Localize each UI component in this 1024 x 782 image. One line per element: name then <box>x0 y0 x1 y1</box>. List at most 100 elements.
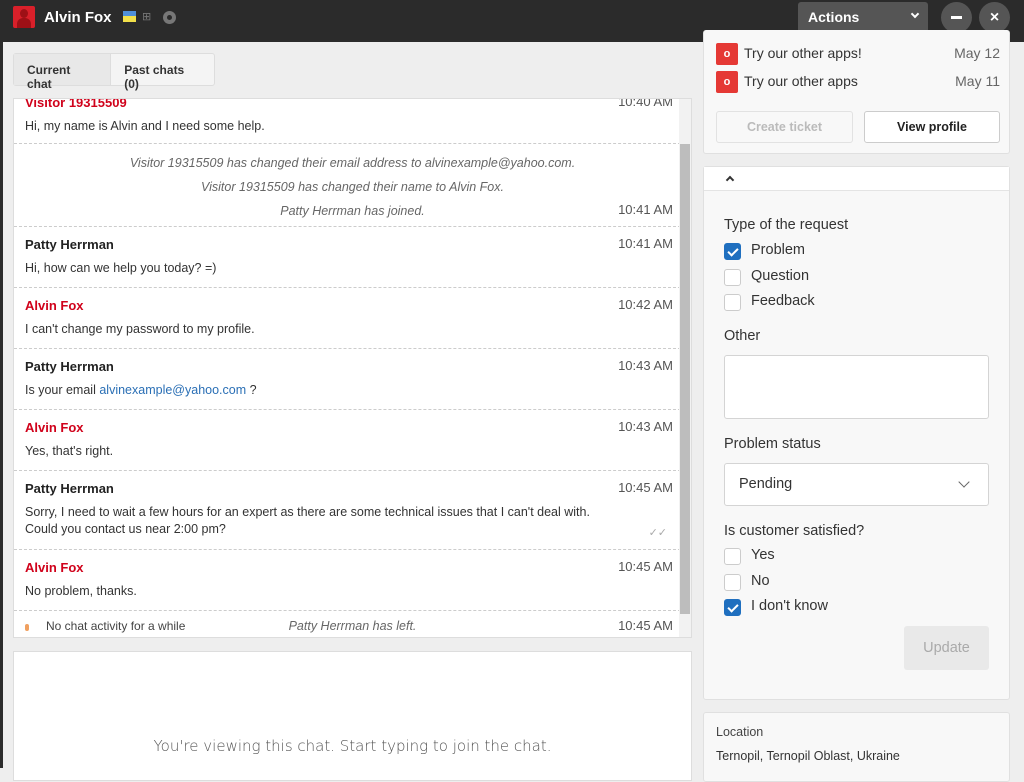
read-receipt-icon: ✓✓ <box>648 527 667 539</box>
message-sender: Visitor 19315509 <box>25 98 127 110</box>
chat-message: Alvin Fox 10:42 AM I can't change my pas… <box>14 288 691 349</box>
compose-area[interactable]: You're viewing this chat. Start typing t… <box>13 651 692 781</box>
checkbox-label: Problem <box>751 242 805 258</box>
checkbox-label: Question <box>751 268 810 284</box>
chevron-down-icon <box>958 476 970 488</box>
message-time: 10:41 AM <box>618 236 673 251</box>
note-badge-icon: o <box>716 43 738 65</box>
visitor-name: Alvin Fox <box>44 9 112 26</box>
checkbox[interactable] <box>724 269 741 286</box>
checkbox-label: Feedback <box>751 293 815 309</box>
location-panel: Location Ternopil, Ternopil Oblast, Ukra… <box>703 712 1010 782</box>
chat-message: Visitor 19315509 10:40 AM Hi, my name is… <box>14 98 691 144</box>
other-textarea[interactable] <box>724 355 989 419</box>
message-sender: Alvin Fox <box>25 298 84 313</box>
message-text: Is your email alvinexample@yahoo.com ? <box>25 382 680 399</box>
chat-scrollbar[interactable] <box>679 99 691 637</box>
ukraine-flag-icon <box>123 11 136 22</box>
message-time: 10:45 AM <box>618 559 673 574</box>
type-of-request-label: Type of the request <box>724 217 849 233</box>
chrome-icon <box>163 11 176 24</box>
view-profile-button[interactable]: View profile <box>864 111 1000 143</box>
tab-past-chats[interactable]: Past chats (0) <box>111 54 214 91</box>
message-time: 10:40 AM <box>618 98 673 109</box>
chat-message: Patty Herrman 10:43 AM Is your email alv… <box>14 349 691 410</box>
visitor-avatar-icon <box>13 6 35 28</box>
message-sender: Patty Herrman <box>25 237 114 252</box>
create-ticket-button[interactable]: Create ticket <box>716 111 853 143</box>
system-message: Visitor 19315509 has changed their email… <box>14 144 691 227</box>
chat-message: Patty Herrman 10:45 AM Sorry, I need to … <box>14 471 691 550</box>
message-sender: Alvin Fox <box>25 420 84 435</box>
request-form-panel: Type of the request Problem Question Fee… <box>703 166 1010 700</box>
system-line: Patty Herrman has joined. <box>280 204 425 218</box>
close-button[interactable]: × <box>979 2 1010 33</box>
message-text: Sorry, I need to wait a few hours for an… <box>25 505 590 519</box>
message-text: Could you contact us near 2:00 pm? <box>25 522 226 536</box>
actions-label: Actions <box>808 9 860 25</box>
system-line: Visitor 19315509 has changed their email… <box>129 156 576 170</box>
message-time: 10:43 AM <box>618 419 673 434</box>
note-date: May 12 <box>954 45 1000 61</box>
checkbox-label: I don't know <box>751 598 828 614</box>
email-link[interactable]: alvinexample@yahoo.com <box>99 383 246 397</box>
notes-panel: o Try our other apps! May 12 o Try our o… <box>703 30 1010 154</box>
message-time: 10:43 AM <box>618 358 673 373</box>
checkbox-label: Yes <box>751 547 775 563</box>
location-value: Ternopil, Ternopil Oblast, Ukraine <box>716 749 900 763</box>
location-label: Location <box>716 725 764 739</box>
message-time: 10:45 AM <box>618 480 673 495</box>
idle-notification: No chat activity for a while <box>14 612 194 637</box>
chevron-down-icon <box>910 9 920 19</box>
message-text-part: Is your email <box>25 383 100 397</box>
satisfied-label: Is customer satisfied? <box>724 523 865 539</box>
checkbox[interactable] <box>724 243 741 260</box>
scrollbar-thumb[interactable] <box>680 144 690 614</box>
note-title: Try our other apps! <box>744 45 862 61</box>
message-time: 10:42 AM <box>618 297 673 312</box>
message-sender: Patty Herrman <box>25 481 114 496</box>
note-title: Try our other apps <box>744 73 858 89</box>
note-item[interactable]: o Try our other apps May 11 <box>716 71 1000 93</box>
minimize-button[interactable] <box>941 2 972 33</box>
problem-status-select[interactable]: Pending <box>724 463 989 506</box>
message-text-part: ? <box>246 383 257 397</box>
message-text: Hi, how can we help you today? =) <box>25 261 217 275</box>
chat-transcript: Visitor 19315509 10:40 AM Hi, my name is… <box>13 98 692 638</box>
chevron-up-icon <box>725 175 735 185</box>
checkbox[interactable] <box>724 574 741 591</box>
other-label: Other <box>724 328 761 344</box>
idle-icon <box>25 624 29 631</box>
chat-tabs: Current chat Past chats (0) <box>13 53 215 91</box>
message-text: I can't change my password to my profile… <box>25 322 255 336</box>
note-date: May 11 <box>955 73 1000 89</box>
tab-current-chat[interactable]: Current chat <box>14 54 112 91</box>
note-badge-icon: o <box>716 71 738 93</box>
checkbox[interactable] <box>724 548 741 565</box>
message-text: Hi, my name is Alvin and I need some hel… <box>25 119 265 133</box>
message-time: 10:41 AM <box>618 202 673 217</box>
actions-dropdown[interactable]: Actions <box>798 2 928 33</box>
idle-text: No chat activity for a while <box>46 619 186 633</box>
checkbox-label: No <box>751 573 770 589</box>
chat-message: Patty Herrman 10:41 AM Hi, how can we he… <box>14 227 691 288</box>
select-value: Pending <box>739 476 793 492</box>
message-sender: Alvin Fox <box>25 560 84 575</box>
checkbox[interactable] <box>724 599 741 616</box>
chat-message: Alvin Fox 10:43 AM Yes, that's right. <box>14 410 691 471</box>
message-time: 10:45 AM <box>618 618 673 633</box>
problem-status-label: Problem status <box>724 436 821 452</box>
message-sender: Patty Herrman <box>25 359 114 374</box>
compose-hint: You're viewing this chat. Start typing t… <box>153 737 552 755</box>
chat-message: Alvin Fox 10:45 AM No problem, thanks. <box>14 550 691 611</box>
window-edge <box>0 42 3 768</box>
system-line: Visitor 19315509 has changed their name … <box>201 180 504 194</box>
close-icon: × <box>989 9 1000 26</box>
update-button[interactable]: Update <box>904 626 989 670</box>
message-text: Yes, that's right. <box>25 444 114 458</box>
checkbox[interactable] <box>724 294 741 311</box>
message-text: No problem, thanks. <box>25 584 137 598</box>
collapse-toggle[interactable] <box>704 167 1009 191</box>
note-item[interactable]: o Try our other apps! May 12 <box>716 43 1000 65</box>
windows-icon: ⊞ <box>142 11 152 23</box>
